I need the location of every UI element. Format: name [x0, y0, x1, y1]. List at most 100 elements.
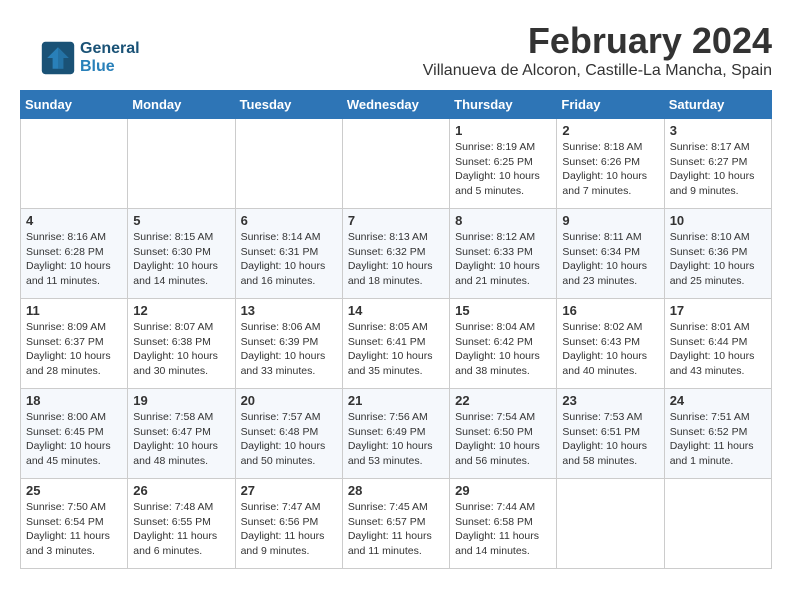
day-info: Sunrise: 8:06 AMSunset: 6:39 PMDaylight:…	[241, 320, 337, 379]
day-number: 18	[26, 393, 122, 408]
day-info: Sunrise: 8:13 AMSunset: 6:32 PMDaylight:…	[348, 230, 444, 289]
day-info: Sunrise: 7:45 AMSunset: 6:57 PMDaylight:…	[348, 500, 444, 559]
day-info: Sunrise: 8:01 AMSunset: 6:44 PMDaylight:…	[670, 320, 766, 379]
day-number: 28	[348, 483, 444, 498]
day-number: 26	[133, 483, 229, 498]
day-number: 29	[455, 483, 551, 498]
day-info: Sunrise: 8:12 AMSunset: 6:33 PMDaylight:…	[455, 230, 551, 289]
col-wednesday: Wednesday	[342, 91, 449, 119]
day-info: Sunrise: 8:04 AMSunset: 6:42 PMDaylight:…	[455, 320, 551, 379]
day-info: Sunrise: 7:57 AMSunset: 6:48 PMDaylight:…	[241, 410, 337, 469]
day-info: Sunrise: 7:48 AMSunset: 6:55 PMDaylight:…	[133, 500, 229, 559]
logo: General Blue	[40, 40, 140, 76]
calendar-table: Sunday Monday Tuesday Wednesday Thursday…	[20, 90, 772, 569]
calendar-cell-w3-d5: 15 Sunrise: 8:04 AMSunset: 6:42 PMDayligh…	[450, 299, 557, 389]
col-tuesday: Tuesday	[235, 91, 342, 119]
calendar-cell-w2-d2: 5 Sunrise: 8:15 AMSunset: 6:30 PMDaylight…	[128, 209, 235, 299]
day-info: Sunrise: 7:54 AMSunset: 6:50 PMDaylight:…	[455, 410, 551, 469]
calendar-week-1: 1Sunrise: 8:19 AMSunset: 6:25 PMDaylight…	[21, 119, 772, 209]
calendar-week-3: 11 Sunrise: 8:09 AMSunset: 6:37 PMDayligh…	[21, 299, 772, 389]
calendar-cell-w2-d3: 6 Sunrise: 8:14 AMSunset: 6:31 PMDaylight…	[235, 209, 342, 299]
day-info: Sunrise: 7:51 AMSunset: 6:52 PMDaylight:…	[670, 410, 766, 469]
day-number: 12	[133, 303, 229, 318]
calendar-week-5: 25 Sunrise: 7:50 AMSunset: 6:54 PMDayligh…	[21, 479, 772, 569]
calendar-week-4: 18 Sunrise: 8:00 AMSunset: 6:45 PMDayligh…	[21, 389, 772, 479]
calendar-cell-w5-d7	[664, 479, 771, 569]
day-info: Sunrise: 8:19 AMSunset: 6:25 PMDaylight:…	[455, 140, 551, 199]
day-info: Sunrise: 8:00 AMSunset: 6:45 PMDaylight:…	[26, 410, 122, 469]
calendar-header-row: Sunday Monday Tuesday Wednesday Thursday…	[21, 91, 772, 119]
day-number: 16	[562, 303, 658, 318]
calendar-cell-w2-d7: 10 Sunrise: 8:10 AMSunset: 6:36 PMDayligh…	[664, 209, 771, 299]
day-number: 20	[241, 393, 337, 408]
calendar-cell-w3-d1: 11 Sunrise: 8:09 AMSunset: 6:37 PMDayligh…	[21, 299, 128, 389]
day-number: 13	[241, 303, 337, 318]
calendar-cell-w4-d6: 23Sunrise: 7:53 AMSunset: 6:51 PMDayligh…	[557, 389, 664, 479]
calendar-cell-w3-d3: 13 Sunrise: 8:06 AMSunset: 6:39 PMDayligh…	[235, 299, 342, 389]
calendar-cell-w3-d7: 17 Sunrise: 8:01 AMSunset: 6:44 PMDayligh…	[664, 299, 771, 389]
calendar-week-2: 4 Sunrise: 8:16 AMSunset: 6:28 PMDaylight…	[21, 209, 772, 299]
day-info: Sunrise: 8:05 AMSunset: 6:41 PMDaylight:…	[348, 320, 444, 379]
day-number: 2	[562, 123, 658, 138]
calendar-cell-w1-d4	[342, 119, 449, 209]
day-number: 6	[241, 213, 337, 228]
day-info: Sunrise: 7:47 AMSunset: 6:56 PMDaylight:…	[241, 500, 337, 559]
col-saturday: Saturday	[664, 91, 771, 119]
day-info: Sunrise: 7:44 AMSunset: 6:58 PMDaylight:…	[455, 500, 551, 559]
day-number: 4	[26, 213, 122, 228]
day-info: Sunrise: 8:17 AMSunset: 6:27 PMDaylight:…	[670, 140, 766, 199]
day-number: 10	[670, 213, 766, 228]
calendar-cell-w1-d7: 3 Sunrise: 8:17 AMSunset: 6:27 PMDaylight…	[664, 119, 771, 209]
col-monday: Monday	[128, 91, 235, 119]
day-info: Sunrise: 8:11 AMSunset: 6:34 PMDaylight:…	[562, 230, 658, 289]
calendar-cell-w5-d2: 26 Sunrise: 7:48 AMSunset: 6:55 PMDayligh…	[128, 479, 235, 569]
day-info: Sunrise: 8:16 AMSunset: 6:28 PMDaylight:…	[26, 230, 122, 289]
calendar-cell-w3-d2: 12 Sunrise: 8:07 AMSunset: 6:38 PMDayligh…	[128, 299, 235, 389]
day-number: 3	[670, 123, 766, 138]
calendar-cell-w4-d1: 18 Sunrise: 8:00 AMSunset: 6:45 PMDayligh…	[21, 389, 128, 479]
day-info: Sunrise: 8:02 AMSunset: 6:43 PMDaylight:…	[562, 320, 658, 379]
logo-general: General	[80, 40, 140, 58]
day-info: Sunrise: 8:14 AMSunset: 6:31 PMDaylight:…	[241, 230, 337, 289]
day-number: 15	[455, 303, 551, 318]
calendar-cell-w5-d3: 27 Sunrise: 7:47 AMSunset: 6:56 PMDayligh…	[235, 479, 342, 569]
calendar-cell-w1-d3	[235, 119, 342, 209]
day-number: 9	[562, 213, 658, 228]
day-info: Sunrise: 8:07 AMSunset: 6:38 PMDaylight:…	[133, 320, 229, 379]
day-number: 24	[670, 393, 766, 408]
day-info: Sunrise: 7:53 AMSunset: 6:51 PMDaylight:…	[562, 410, 658, 469]
calendar-cell-w1-d1	[21, 119, 128, 209]
day-number: 14	[348, 303, 444, 318]
day-info: Sunrise: 8:15 AMSunset: 6:30 PMDaylight:…	[133, 230, 229, 289]
calendar-cell-w3-d6: 16 Sunrise: 8:02 AMSunset: 6:43 PMDayligh…	[557, 299, 664, 389]
calendar-cell-w2-d5: 8 Sunrise: 8:12 AMSunset: 6:33 PMDaylight…	[450, 209, 557, 299]
day-number: 27	[241, 483, 337, 498]
day-number: 21	[348, 393, 444, 408]
calendar-cell-w4-d3: 20 Sunrise: 7:57 AMSunset: 6:48 PMDayligh…	[235, 389, 342, 479]
day-number: 17	[670, 303, 766, 318]
calendar-cell-w4-d5: 22 Sunrise: 7:54 AMSunset: 6:50 PMDayligh…	[450, 389, 557, 479]
day-info: Sunrise: 8:09 AMSunset: 6:37 PMDaylight:…	[26, 320, 122, 379]
calendar-cell-w2-d4: 7Sunrise: 8:13 AMSunset: 6:32 PMDaylight…	[342, 209, 449, 299]
day-info: Sunrise: 7:56 AMSunset: 6:49 PMDaylight:…	[348, 410, 444, 469]
day-number: 22	[455, 393, 551, 408]
calendar-cell-w1-d6: 2 Sunrise: 8:18 AMSunset: 6:26 PMDaylight…	[557, 119, 664, 209]
calendar-cell-w4-d4: 21 Sunrise: 7:56 AMSunset: 6:49 PMDayligh…	[342, 389, 449, 479]
day-number: 5	[133, 213, 229, 228]
day-number: 11	[26, 303, 122, 318]
calendar-cell-w5-d6	[557, 479, 664, 569]
calendar-cell-w5-d4: 28 Sunrise: 7:45 AMSunset: 6:57 PMDayligh…	[342, 479, 449, 569]
col-sunday: Sunday	[21, 91, 128, 119]
calendar-cell-w4-d7: 24 Sunrise: 7:51 AMSunset: 6:52 PMDayligh…	[664, 389, 771, 479]
calendar-cell-w1-d2	[128, 119, 235, 209]
logo-blue: Blue	[80, 58, 140, 76]
calendar-cell-w4-d2: 19Sunrise: 7:58 AMSunset: 6:47 PMDayligh…	[128, 389, 235, 479]
calendar-cell-w3-d4: 14 Sunrise: 8:05 AMSunset: 6:41 PMDayligh…	[342, 299, 449, 389]
calendar-cell-w5-d1: 25 Sunrise: 7:50 AMSunset: 6:54 PMDayligh…	[21, 479, 128, 569]
day-info: Sunrise: 8:18 AMSunset: 6:26 PMDaylight:…	[562, 140, 658, 199]
day-info: Sunrise: 7:50 AMSunset: 6:54 PMDaylight:…	[26, 500, 122, 559]
day-info: Sunrise: 8:10 AMSunset: 6:36 PMDaylight:…	[670, 230, 766, 289]
day-number: 8	[455, 213, 551, 228]
day-number: 19	[133, 393, 229, 408]
day-number: 25	[26, 483, 122, 498]
